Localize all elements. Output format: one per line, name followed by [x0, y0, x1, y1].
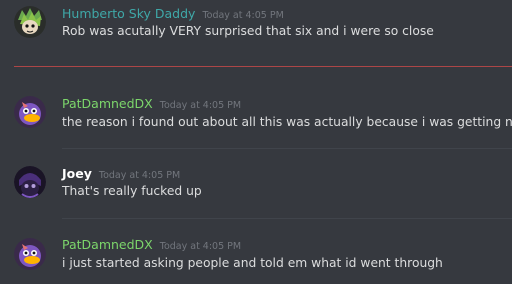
message-header: PatDamnedDX Today at 4:05 PM [62, 95, 241, 114]
new-messages-divider [14, 66, 512, 67]
purple-duck-character-avatar-icon [14, 238, 46, 270]
username[interactable]: Joey [62, 166, 92, 181]
message-content: Rob was acutally VERY surprised that six… [62, 24, 434, 38]
message-header: PatDamnedDX Today at 4:05 PM [62, 236, 241, 255]
purple-duck-character-avatar-icon [14, 96, 46, 128]
username[interactable]: PatDamnedDX [62, 237, 153, 252]
timestamp: Today at 4:05 PM [159, 100, 242, 111]
green-haired-character-avatar-icon [14, 6, 46, 38]
timestamp: Today at 4:05 PM [159, 241, 242, 252]
dark-purple-character-avatar-icon [14, 166, 46, 198]
avatar[interactable] [14, 166, 46, 198]
avatar[interactable] [14, 238, 46, 270]
message-content: the reason i found out about all this wa… [62, 115, 512, 129]
message-separator [62, 148, 512, 149]
timestamp: Today at 4:05 PM [202, 10, 284, 21]
message-header: Joey Today at 4:05 PM [62, 165, 180, 184]
message-content: i just started asking people and told em… [62, 256, 443, 270]
message-content: That's really fucked up [62, 184, 202, 198]
username[interactable]: PatDamnedDX [62, 96, 153, 111]
chat-messages: Humberto Sky Daddy Today at 4:05 PM Rob w… [0, 0, 512, 284]
username[interactable]: Humberto Sky Daddy [62, 6, 195, 21]
message-separator [62, 218, 512, 219]
avatar[interactable] [14, 96, 46, 128]
avatar[interactable] [14, 6, 46, 38]
timestamp: Today at 4:05 PM [98, 170, 181, 181]
message-header: Humberto Sky Daddy Today at 4:05 PM [62, 5, 284, 24]
